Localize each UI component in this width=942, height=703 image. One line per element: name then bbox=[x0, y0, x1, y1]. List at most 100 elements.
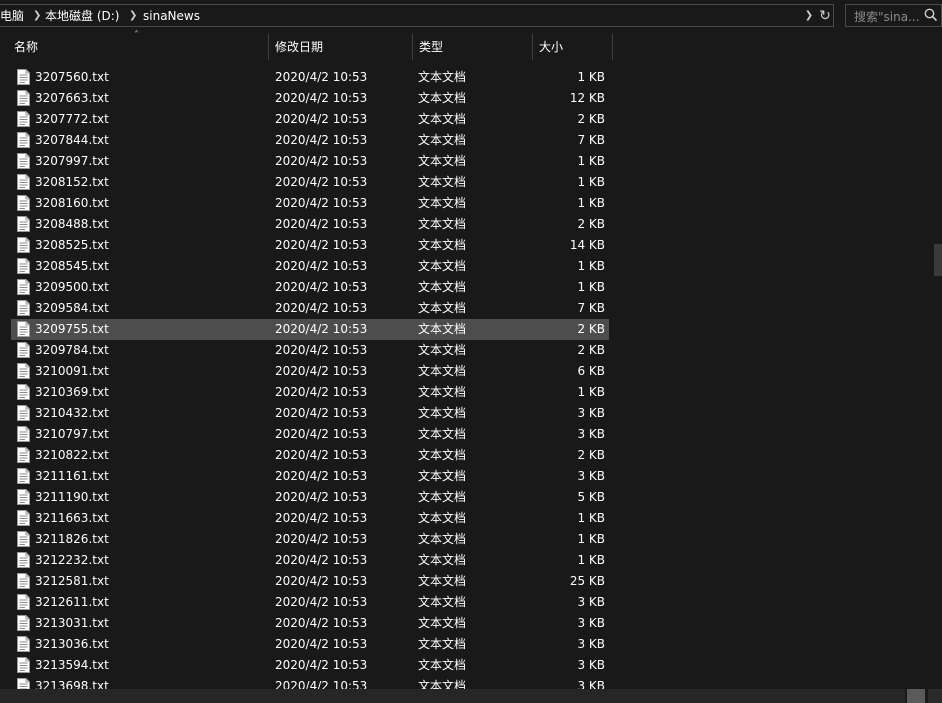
file-row[interactable]: 3208488.txt 2020/4/2 10:53 文本文档 2 KB bbox=[11, 214, 609, 235]
file-size: 7 KB bbox=[577, 133, 605, 147]
breadcrumb-item-pc[interactable]: 电脑 bbox=[0, 8, 24, 24]
file-row[interactable]: 3210822.txt 2020/4/2 10:53 文本文档 2 KB bbox=[11, 445, 609, 466]
file-row[interactable]: 3212232.txt 2020/4/2 10:53 文本文档 1 KB bbox=[11, 550, 609, 571]
column-divider[interactable] bbox=[532, 34, 533, 60]
file-row[interactable]: 3207844.txt 2020/4/2 10:53 文本文档 7 KB bbox=[11, 130, 609, 151]
file-row[interactable]: 3211161.txt 2020/4/2 10:53 文本文档 3 KB bbox=[11, 466, 609, 487]
horizontal-scrollbar[interactable] bbox=[0, 689, 905, 703]
file-row[interactable]: 3213031.txt 2020/4/2 10:53 文本文档 3 KB bbox=[11, 613, 609, 634]
file-row[interactable]: 3211826.txt 2020/4/2 10:53 文本文档 1 KB bbox=[11, 529, 609, 550]
file-row[interactable]: 3210369.txt 2020/4/2 10:53 文本文档 1 KB bbox=[11, 382, 609, 403]
column-divider[interactable] bbox=[268, 34, 269, 60]
file-row[interactable]: 3209755.txt 2020/4/2 10:53 文本文档 2 KB bbox=[11, 319, 609, 340]
text-file-icon bbox=[17, 90, 30, 106]
file-name: 3207560.txt bbox=[35, 70, 109, 84]
file-row[interactable]: 3210091.txt 2020/4/2 10:53 文本文档 6 KB bbox=[11, 361, 609, 382]
details-view-icon[interactable] bbox=[907, 689, 925, 703]
file-name: 3213031.txt bbox=[35, 616, 109, 630]
column-header-type[interactable]: 类型 bbox=[419, 34, 443, 60]
file-row[interactable]: 3211190.txt 2020/4/2 10:53 文本文档 5 KB bbox=[11, 487, 609, 508]
file-name: 3208525.txt bbox=[35, 238, 109, 252]
file-row[interactable]: 3208160.txt 2020/4/2 10:53 文本文档 1 KB bbox=[11, 193, 609, 214]
file-name: 3213036.txt bbox=[35, 637, 109, 651]
large-icons-view-icon[interactable] bbox=[928, 689, 942, 703]
file-row[interactable]: 3209584.txt 2020/4/2 10:53 文本文档 7 KB bbox=[11, 298, 609, 319]
text-file-icon bbox=[17, 363, 30, 379]
text-file-icon bbox=[17, 531, 30, 547]
file-type: 文本文档 bbox=[418, 343, 467, 357]
chevron-right-icon[interactable]: ❯ bbox=[33, 8, 41, 24]
breadcrumb[interactable] bbox=[0, 4, 834, 27]
file-size: 6 KB bbox=[577, 364, 605, 378]
file-row[interactable]: 3213698.txt 2020/4/2 10:53 文本文档 3 KB bbox=[11, 676, 609, 689]
column-header-size[interactable]: 大小 bbox=[539, 34, 563, 60]
text-file-icon bbox=[17, 216, 30, 232]
file-size: 2 KB bbox=[577, 343, 605, 357]
breadcrumb-item-folder[interactable]: sinaNews bbox=[143, 8, 200, 24]
file-row[interactable]: 3207772.txt 2020/4/2 10:53 文本文档 2 KB bbox=[11, 109, 609, 130]
file-name: 3209584.txt bbox=[35, 301, 109, 315]
file-row[interactable]: 3212581.txt 2020/4/2 10:53 文本文档 25 KB bbox=[11, 571, 609, 592]
file-name: 3213594.txt bbox=[35, 658, 109, 672]
file-type: 文本文档 bbox=[418, 70, 467, 84]
text-file-icon bbox=[17, 237, 30, 253]
file-date: 2020/4/2 10:53 bbox=[275, 679, 368, 689]
file-date: 2020/4/2 10:53 bbox=[275, 70, 368, 84]
file-type: 文本文档 bbox=[418, 574, 467, 588]
file-size: 2 KB bbox=[577, 322, 605, 336]
file-row[interactable]: 3210432.txt 2020/4/2 10:53 文本文档 3 KB bbox=[11, 403, 609, 424]
file-type: 文本文档 bbox=[418, 679, 467, 689]
file-date: 2020/4/2 10:53 bbox=[275, 343, 368, 357]
file-date: 2020/4/2 10:53 bbox=[275, 91, 368, 105]
file-size: 7 KB bbox=[577, 301, 605, 315]
file-date: 2020/4/2 10:53 bbox=[275, 616, 368, 630]
file-name: 3209755.txt bbox=[35, 322, 109, 336]
file-date: 2020/4/2 10:53 bbox=[275, 406, 368, 420]
file-date: 2020/4/2 10:53 bbox=[275, 133, 368, 147]
file-row[interactable]: 3207997.txt 2020/4/2 10:53 文本文档 1 KB bbox=[11, 151, 609, 172]
column-header-name[interactable]: 名称 bbox=[14, 34, 38, 60]
file-size: 1 KB bbox=[577, 70, 605, 84]
file-row[interactable]: 3208152.txt 2020/4/2 10:53 文本文档 1 KB bbox=[11, 172, 609, 193]
file-row[interactable]: 3207663.txt 2020/4/2 10:53 文本文档 12 KB bbox=[11, 88, 609, 109]
search-icon[interactable] bbox=[923, 7, 939, 23]
text-file-icon bbox=[17, 384, 30, 400]
file-name: 3207663.txt bbox=[35, 91, 109, 105]
text-file-icon bbox=[17, 594, 30, 610]
column-divider[interactable] bbox=[412, 34, 413, 60]
file-row[interactable]: 3209784.txt 2020/4/2 10:53 文本文档 2 KB bbox=[11, 340, 609, 361]
file-row[interactable]: 3207560.txt 2020/4/2 10:53 文本文档 1 KB bbox=[11, 67, 609, 88]
file-date: 2020/4/2 10:53 bbox=[275, 490, 368, 504]
text-file-icon bbox=[17, 447, 30, 463]
file-row[interactable]: 3213036.txt 2020/4/2 10:53 文本文档 3 KB bbox=[11, 634, 609, 655]
sort-ascending-icon: ˄ bbox=[134, 30, 139, 41]
file-row[interactable]: 3208545.txt 2020/4/2 10:53 文本文档 1 KB bbox=[11, 256, 609, 277]
file-size: 1 KB bbox=[577, 385, 605, 399]
file-date: 2020/4/2 10:53 bbox=[275, 385, 368, 399]
file-size: 3 KB bbox=[577, 616, 605, 630]
column-divider[interactable] bbox=[612, 34, 613, 60]
text-file-icon bbox=[17, 468, 30, 484]
file-row[interactable]: 3209500.txt 2020/4/2 10:53 文本文档 1 KB bbox=[11, 277, 609, 298]
file-date: 2020/4/2 10:53 bbox=[275, 280, 368, 294]
file-row[interactable]: 3212611.txt 2020/4/2 10:53 文本文档 3 KB bbox=[11, 592, 609, 613]
file-row[interactable]: 3210797.txt 2020/4/2 10:53 文本文档 3 KB bbox=[11, 424, 609, 445]
text-file-icon bbox=[17, 300, 30, 316]
file-size: 1 KB bbox=[577, 175, 605, 189]
column-header-date[interactable]: 修改日期 bbox=[275, 34, 323, 60]
file-size: 14 KB bbox=[569, 238, 605, 252]
file-row[interactable]: 3211663.txt 2020/4/2 10:53 文本文档 1 KB bbox=[11, 508, 609, 529]
vertical-scrollbar[interactable] bbox=[934, 244, 942, 276]
search-input[interactable]: 搜索"sina... bbox=[845, 4, 942, 27]
file-name: 3211161.txt bbox=[35, 469, 109, 483]
file-size: 1 KB bbox=[577, 532, 605, 546]
breadcrumb-item-drive[interactable]: 本地磁盘 (D:) bbox=[45, 8, 119, 24]
chevron-down-icon[interactable]: ❯ bbox=[802, 7, 816, 25]
refresh-icon[interactable]: ↻ bbox=[817, 7, 833, 25]
file-row[interactable]: 3208525.txt 2020/4/2 10:53 文本文档 14 KB bbox=[11, 235, 609, 256]
chevron-right-icon[interactable]: ❯ bbox=[129, 8, 137, 24]
text-file-icon bbox=[17, 405, 30, 421]
file-type: 文本文档 bbox=[418, 91, 467, 105]
file-row[interactable]: 3213594.txt 2020/4/2 10:53 文本文档 3 KB bbox=[11, 655, 609, 676]
text-file-icon bbox=[17, 573, 30, 589]
